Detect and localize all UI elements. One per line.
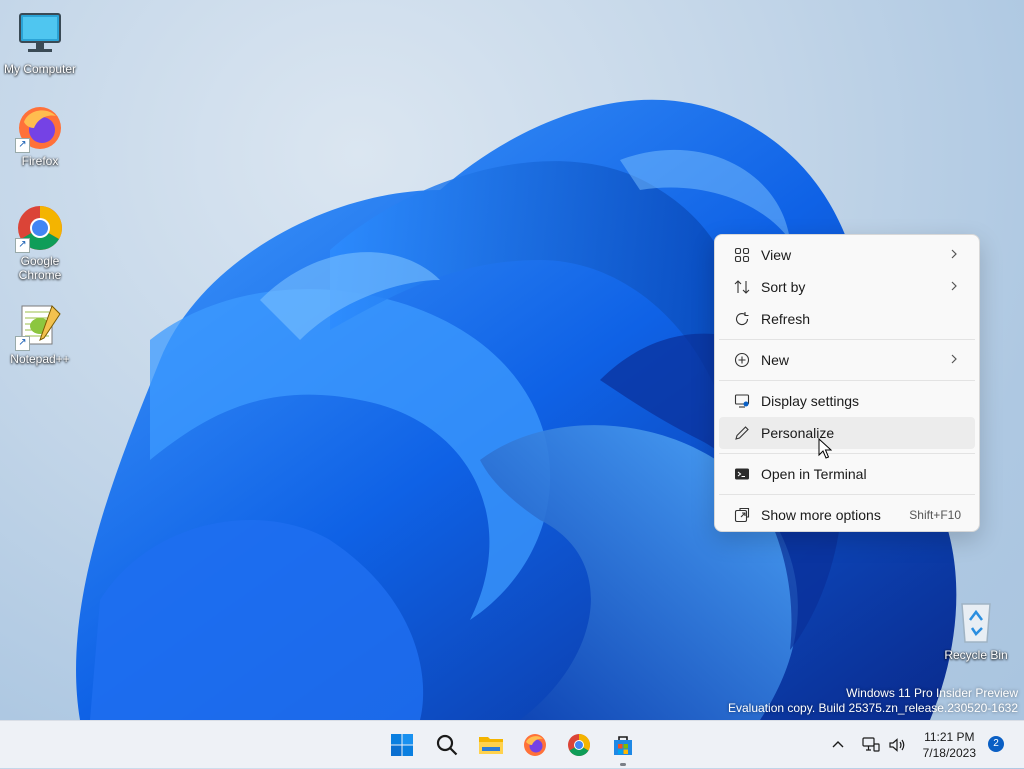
sort-icon [733,278,751,296]
taskbar-file-explorer[interactable] [475,729,507,761]
chrome-icon: ↗ [15,204,64,253]
firefox-icon: ↗ [15,104,64,153]
menu-item-display-settings[interactable]: Display settings [719,385,975,417]
menu-separator [719,339,975,340]
desktop-icon-notepadpp[interactable]: ↗ Notepad++ [0,302,80,366]
network-icon [862,737,880,752]
menu-item-label: View [761,247,792,263]
volume-icon [889,738,905,752]
menu-separator [719,453,975,454]
search-button[interactable] [431,729,463,761]
notification-badge[interactable]: 2 [988,736,1004,752]
taskbar: 11:21 PM 7/18/2023 [0,720,1024,768]
taskbar-firefox[interactable] [519,729,551,761]
taskbar-store[interactable] [607,729,639,761]
desktop-icon-label: Recycle Bin [944,648,1008,662]
refresh-icon [733,310,751,328]
desktop-context-menu: View Sort by Refresh New Display setting… [714,234,980,532]
clock-time: 11:21 PM [924,730,975,744]
menu-item-label: New [761,352,790,368]
mouse-cursor-icon [818,438,832,459]
taskbar-clock[interactable]: 11:21 PM 7/18/2023 [923,729,976,761]
view-grid-icon [733,246,751,264]
menu-item-sort-by[interactable]: Sort by [719,271,975,303]
watermark-edition: Windows 11 Pro Insider Preview [846,686,1018,700]
menu-item-label: Sort by [761,279,806,295]
desktop-icon-label: My Computer [3,62,77,76]
menu-item-open-in-terminal[interactable]: Open in Terminal [719,458,975,490]
taskbar-chrome[interactable] [563,729,595,761]
menu-item-label: Show more options [761,507,881,523]
desktop-icon-label: Google Chrome [18,254,62,282]
shortcut-hint: Shift+F10 [909,508,961,522]
menu-item-refresh[interactable]: Refresh [719,303,975,335]
menu-item-show-more-options[interactable]: Show more options Shift+F10 [719,499,975,531]
shortcut-arrow-icon: ↗ [15,238,30,253]
file-explorer-icon [479,737,503,754]
firefox-icon [524,734,546,756]
menu-item-new[interactable]: New [719,344,975,376]
display-settings-icon [733,392,751,410]
menu-separator [719,494,975,495]
chevron-right-icon [951,281,957,291]
notepadpp-icon: ↗ [15,302,64,351]
chevron-right-icon [951,249,957,259]
recycle-bin-icon [952,598,1000,646]
menu-item-label: Refresh [761,311,811,327]
desktop-icon-chrome[interactable]: ↗ Google Chrome [0,204,80,282]
store-icon [614,736,632,755]
start-icon [391,734,413,756]
new-plus-icon [733,351,751,369]
shortcut-arrow-icon: ↗ [15,138,30,153]
shortcut-arrow-icon: ↗ [15,336,30,351]
chevron-right-icon [951,354,957,364]
desktop-icon-firefox[interactable]: ↗ Firefox [0,104,80,168]
menu-item-personalize[interactable]: Personalize [719,417,975,449]
watermark-build: Evaluation copy. Build 25375.zn_release.… [728,701,1018,715]
desktop-icon-label: Firefox [21,154,59,168]
menu-item-label: Open in Terminal [761,466,867,482]
tray-overflow-button[interactable] [830,721,846,769]
start-button[interactable] [386,729,418,761]
desktop-icon-my-computer[interactable]: My Computer [0,12,80,76]
menu-item-label: Display settings [761,393,860,409]
running-indicator [620,763,626,766]
pen-icon [733,424,751,442]
desktop-icon-recycle-bin[interactable]: Recycle Bin [936,598,1016,662]
desktop-icon-label: Notepad++ [10,352,70,366]
monitor-icon [16,12,64,60]
clock-date: 7/18/2023 [922,746,976,760]
chrome-icon [568,734,590,756]
tray-network-volume[interactable] [862,721,906,769]
search-icon [436,734,458,756]
menu-separator [719,380,975,381]
chevron-up-icon [832,741,844,748]
show-more-icon [733,506,751,524]
menu-item-view[interactable]: View [719,239,975,271]
terminal-icon [733,465,751,483]
